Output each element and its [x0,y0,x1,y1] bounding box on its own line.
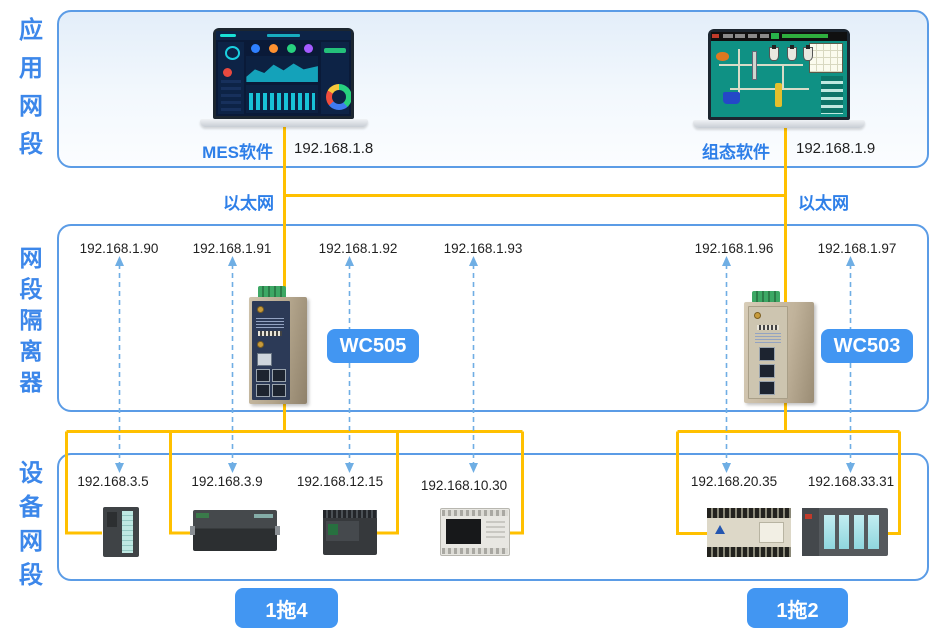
ethernet-label-left: 以太网 [204,189,274,214]
plc-siemens-s7300-rack-image [802,508,888,556]
mes-ip-label: 192.168.1.8 [294,140,373,157]
scada-vessel [803,47,813,61]
plc-siemens-s71200-image [323,510,377,555]
device-ip-3: 192.168.10.30 [421,478,507,493]
one-to-two-badge: 1拖2 [747,588,848,628]
scada-ip-label: 192.168.1.9 [796,140,875,157]
device-ip-0: 192.168.3.5 [77,474,148,489]
wc505-badge: WC505 [327,329,419,363]
plc-mitsubishi-fx-image [440,508,510,556]
plc-siemens-s7200-image [193,510,277,551]
device-ip-4: 192.168.20.35 [691,474,777,489]
mes-laptop-base [200,119,368,127]
mes-area-chart [246,56,318,82]
scada-manifold [821,76,843,113]
ethernet-label-right: 以太网 [798,189,849,214]
mes-right-panel [321,42,349,114]
scada-pump [723,92,739,105]
mes-bar-chart [246,85,318,113]
scada-laptop-base [693,120,865,128]
isolator-ip-5: 192.168.1.97 [818,241,897,256]
mes-donut-chart [326,84,351,110]
isolator-ip-2: 192.168.1.92 [319,241,398,256]
scada-laptop-screen [708,29,850,120]
one-to-four-badge: 1拖4 [235,588,338,628]
mes-laptop-screen [213,28,354,119]
gateway-wc505-image [245,282,311,404]
mes-software-label: MES软件 [168,138,273,163]
scada-vessel [787,47,797,61]
scada-column [752,51,757,80]
scada-laptop-image [693,29,865,129]
wc503-badge: WC503 [821,329,913,363]
mes-kpi-dots [246,43,318,54]
isolator-ip-0: 192.168.1.90 [80,241,159,256]
mes-dashboard-header [216,31,351,40]
isolator-ip-4: 192.168.1.96 [695,241,774,256]
mes-laptop-image [200,28,368,128]
device-ip-5: 192.168.33.31 [808,474,894,489]
isolator-ip-1: 192.168.1.91 [193,241,272,256]
scada-yellow-column [775,83,782,107]
scada-orange-vessel [716,52,728,61]
scada-header-bar [711,32,847,41]
device-ip-2: 192.168.12.15 [297,474,383,489]
scada-vessel [769,47,779,61]
scada-software-label: 组态软件 [662,138,770,163]
scada-trend-chart [809,43,843,73]
gateway-wc503-image [742,289,816,403]
isolator-ip-3: 192.168.1.93 [444,241,523,256]
device-ip-1: 192.168.3.9 [191,474,262,489]
plc-siemens-s7300-cpu-image [103,507,139,557]
mes-sidebar [218,42,244,114]
plc-delta-dvp-image [707,508,791,557]
network-diagram-canvas: 应用网段 网段隔离器 设备网段 [0,0,939,634]
